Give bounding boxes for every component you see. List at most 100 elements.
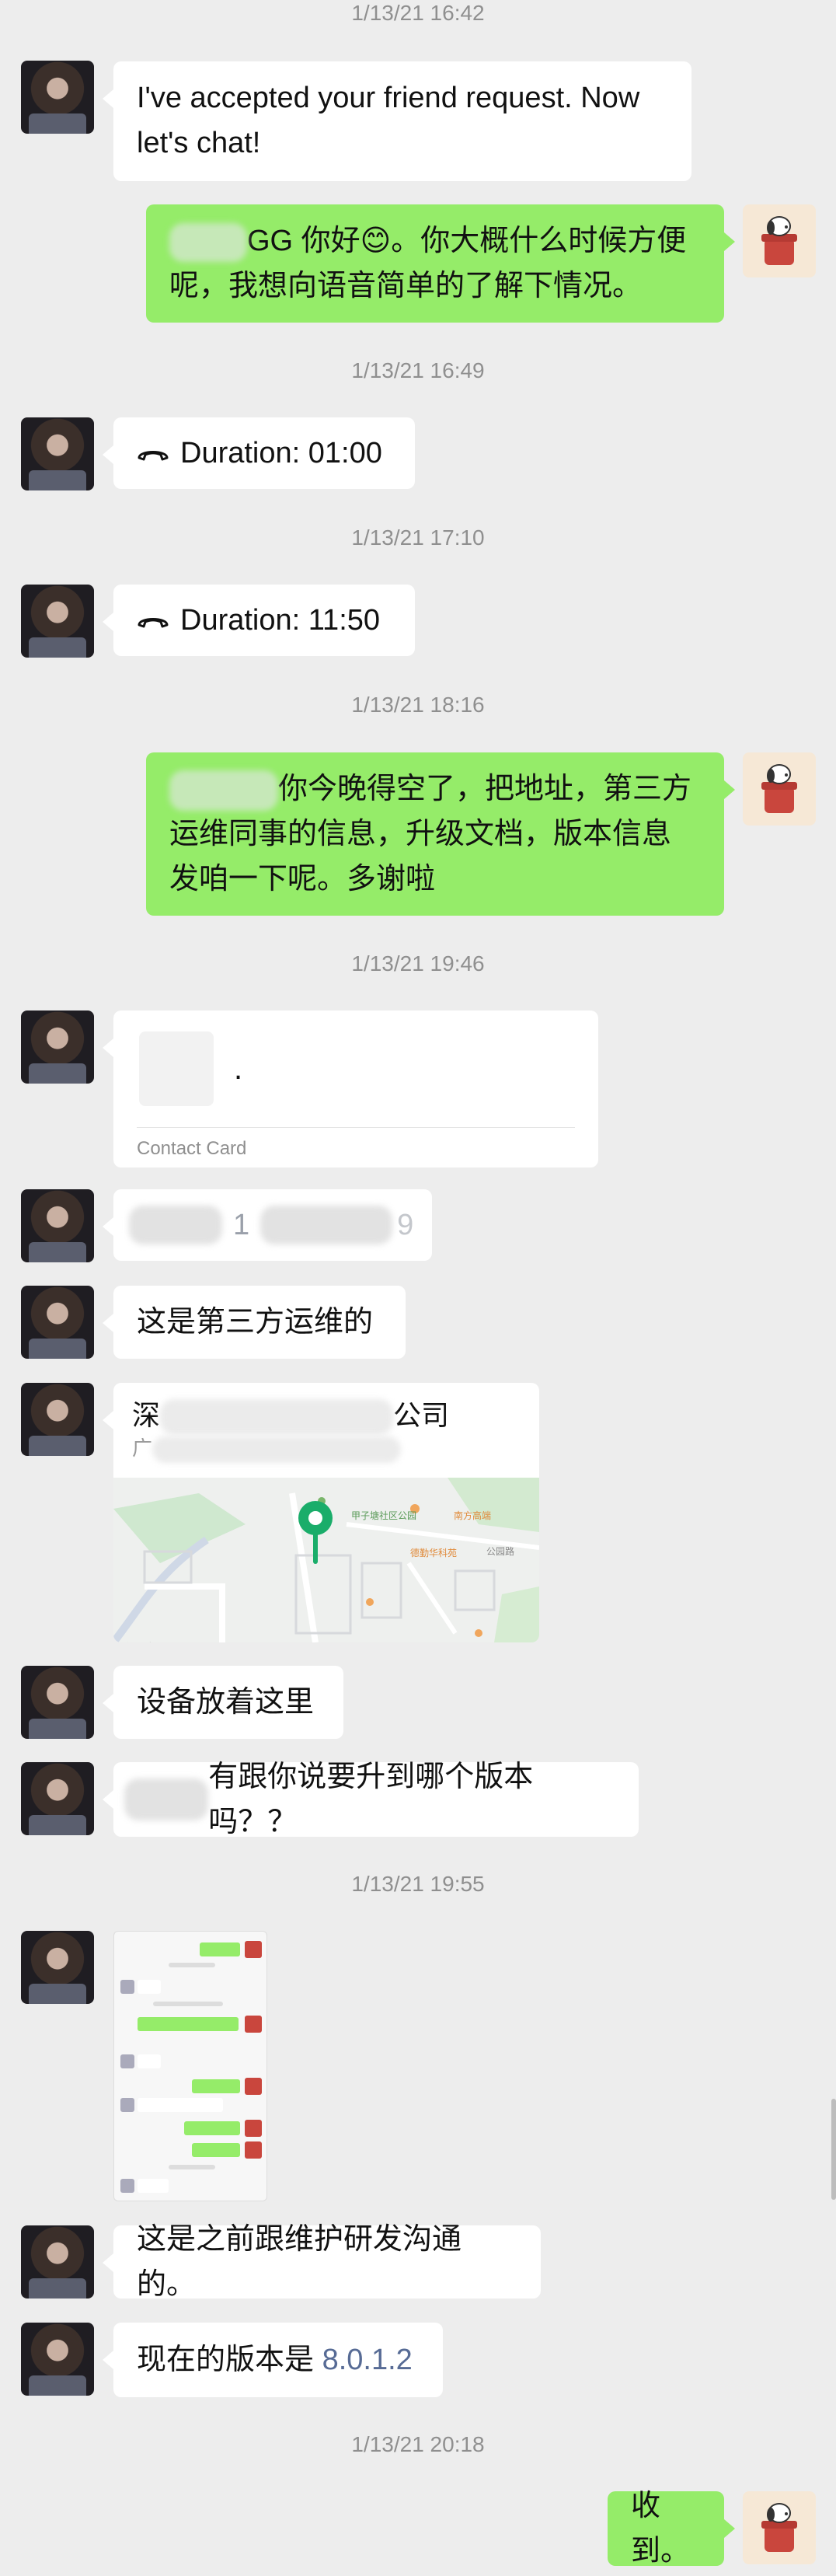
redacted-name	[169, 222, 247, 262]
contact-card-name: .	[234, 1052, 243, 1086]
call-duration: Duration: 11:50	[180, 604, 381, 637]
thumb-row	[138, 2017, 239, 2031]
divider	[137, 1127, 575, 1128]
contact-card-avatar	[139, 1031, 214, 1106]
message-text: 运维同事的信息，升级文档，版本信息	[169, 818, 672, 850]
contact-avatar[interactable]	[21, 417, 94, 490]
map-label: 南方高端	[454, 1510, 492, 1521]
message-text: 这是第三方运维的	[137, 1306, 374, 1339]
message-text: 1	[233, 1209, 250, 1241]
redacted-name	[124, 1778, 209, 1820]
message-text: 发咱一下呢。多谢啦	[169, 863, 436, 895]
thumb-row	[138, 1980, 161, 1994]
thumb-row	[153, 2002, 223, 2006]
location-address: 广	[132, 1434, 402, 1464]
contact-avatar[interactable]	[21, 1189, 94, 1262]
my-avatar[interactable]	[743, 752, 816, 826]
message-text: I've accepted your friend request. Now	[137, 82, 640, 114]
timestamp: 1/13/21 19:55	[351, 1872, 485, 1896]
scrollbar[interactable]	[831, 2099, 836, 2200]
location-title: 深公司	[132, 1397, 449, 1436]
snoopy-icon	[761, 764, 797, 813]
redacted-name	[169, 770, 278, 811]
snoopy-icon	[761, 2503, 797, 2552]
location-message[interactable]: 深公司 广 甲子塘社区公园 南方高端 德勤华科苑 公园路 腾讯地图	[103, 1383, 539, 1642]
contact-card-label: Contact Card	[137, 1138, 247, 1159]
message-bubble-incoming[interactable]: 1 9	[103, 1189, 432, 1261]
map-preview[interactable]: 甲子塘社区公园 南方高端 德勤华科苑 公园路 腾讯地图	[113, 1478, 539, 1642]
message-text: 收到。	[631, 2490, 691, 2567]
message-bubble-outgoing[interactable]: GG 你好😊。你大概什么时候方便 呢，我想向语音简单的了解下情况。	[146, 204, 735, 323]
contact-avatar[interactable]	[21, 1666, 94, 1739]
thumb-avatar	[120, 1980, 134, 1994]
thumb-row	[184, 2121, 240, 2135]
phone-hangup-icon	[138, 618, 169, 628]
thumb-avatar	[245, 2016, 262, 2033]
message-text: GG 你好😊。你大概什么时候方便	[169, 218, 701, 264]
message-text: 9	[397, 1209, 414, 1241]
thumb-row	[169, 2165, 215, 2169]
message-text: 设备放着这里	[137, 1686, 315, 1719]
thumb-row	[200, 1942, 240, 1956]
thumb-row	[192, 2079, 240, 2093]
message-text: 这是之前跟维护研发沟通的。	[137, 2223, 462, 2301]
contact-avatar[interactable]	[21, 61, 94, 134]
timestamp: 1/13/21 16:42	[351, 1, 485, 25]
thumb-row	[138, 2098, 223, 2112]
my-avatar[interactable]	[743, 204, 816, 277]
contact-card[interactable]: . Contact Card	[103, 1011, 598, 1168]
message-text: 有跟你说要升到哪个版本吗？？	[208, 1761, 534, 1838]
contact-avatar[interactable]	[21, 1931, 94, 2004]
thumb-row	[138, 2054, 161, 2068]
contact-avatar[interactable]	[21, 2225, 94, 2299]
call-duration: Duration: 01:00	[180, 437, 382, 469]
message-bubble-incoming[interactable]: 这是之前跟维护研发沟通的。	[103, 2223, 541, 2301]
timestamp: 1/13/21 17:10	[351, 525, 485, 550]
map-label: 德勤华科苑	[410, 1548, 458, 1559]
message-text: 你今晚得空了，把地址，第三方	[169, 766, 701, 812]
map-label: 甲子塘社区公园	[351, 1510, 417, 1521]
my-avatar[interactable]	[743, 2491, 816, 2564]
message-bubble-incoming[interactable]: 这是第三方运维的	[103, 1286, 406, 1359]
message-bubble-incoming[interactable]: 有跟你说要升到哪个版本吗？？	[103, 1761, 639, 1838]
thumb-avatar	[245, 2120, 262, 2137]
message-bubble-incoming[interactable]: 现在的版本是 8.0.1.2	[103, 2323, 443, 2397]
contact-avatar[interactable]	[21, 1011, 94, 1084]
thumb-avatar	[120, 2054, 134, 2068]
message-text: 现在的版本是	[137, 2344, 322, 2376]
thumb-row	[192, 2143, 240, 2157]
redacted-text	[129, 1206, 222, 1244]
message-text: 呢，我想向语音简单的了解下情况。	[169, 270, 643, 302]
thumb-row	[169, 1963, 215, 1967]
message-bubble-outgoing[interactable]: 你今晚得空了，把地址，第三方 运维同事的信息，升级文档，版本信息 发咱一下呢。多…	[146, 752, 735, 916]
call-record[interactable]: Duration: 11:50	[103, 585, 415, 656]
timestamp: 1/13/21 20:18	[351, 2432, 485, 2456]
timestamp: 1/13/21 16:49	[351, 358, 485, 382]
phone-hangup-icon	[138, 451, 169, 461]
map-attribution: 腾讯地图	[121, 1625, 165, 1642]
contact-avatar[interactable]	[21, 1286, 94, 1359]
snoopy-icon	[761, 216, 797, 265]
thumb-avatar	[245, 2078, 262, 2095]
message-bubble-outgoing[interactable]: 收到。	[608, 2490, 735, 2567]
thumb-avatar	[245, 2141, 262, 2159]
call-record[interactable]: Duration: 01:00	[103, 417, 415, 489]
redacted-text	[260, 1206, 393, 1244]
map-label: 公园路	[486, 1546, 515, 1557]
message-text: let's chat!	[137, 127, 261, 159]
contact-avatar[interactable]	[21, 2323, 94, 2396]
timestamp: 1/13/21 19:46	[351, 951, 485, 976]
version-link[interactable]: 8.0.1.2	[322, 2337, 413, 2382]
thumb-row	[138, 2179, 169, 2193]
image-message[interactable]	[113, 1931, 267, 2201]
thumb-avatar	[120, 2098, 134, 2112]
contact-avatar[interactable]	[21, 585, 94, 658]
contact-avatar[interactable]	[21, 1383, 94, 1456]
timestamp: 1/13/21 18:16	[351, 693, 485, 717]
message-bubble-incoming[interactable]: I've accepted your friend request. Now l…	[103, 61, 691, 181]
message-bubble-incoming[interactable]: 设备放着这里	[103, 1666, 343, 1739]
location-pin-icon	[298, 1501, 333, 1564]
thumb-avatar	[120, 2179, 134, 2193]
contact-avatar[interactable]	[21, 1762, 94, 1835]
thumb-avatar	[245, 1941, 262, 1958]
